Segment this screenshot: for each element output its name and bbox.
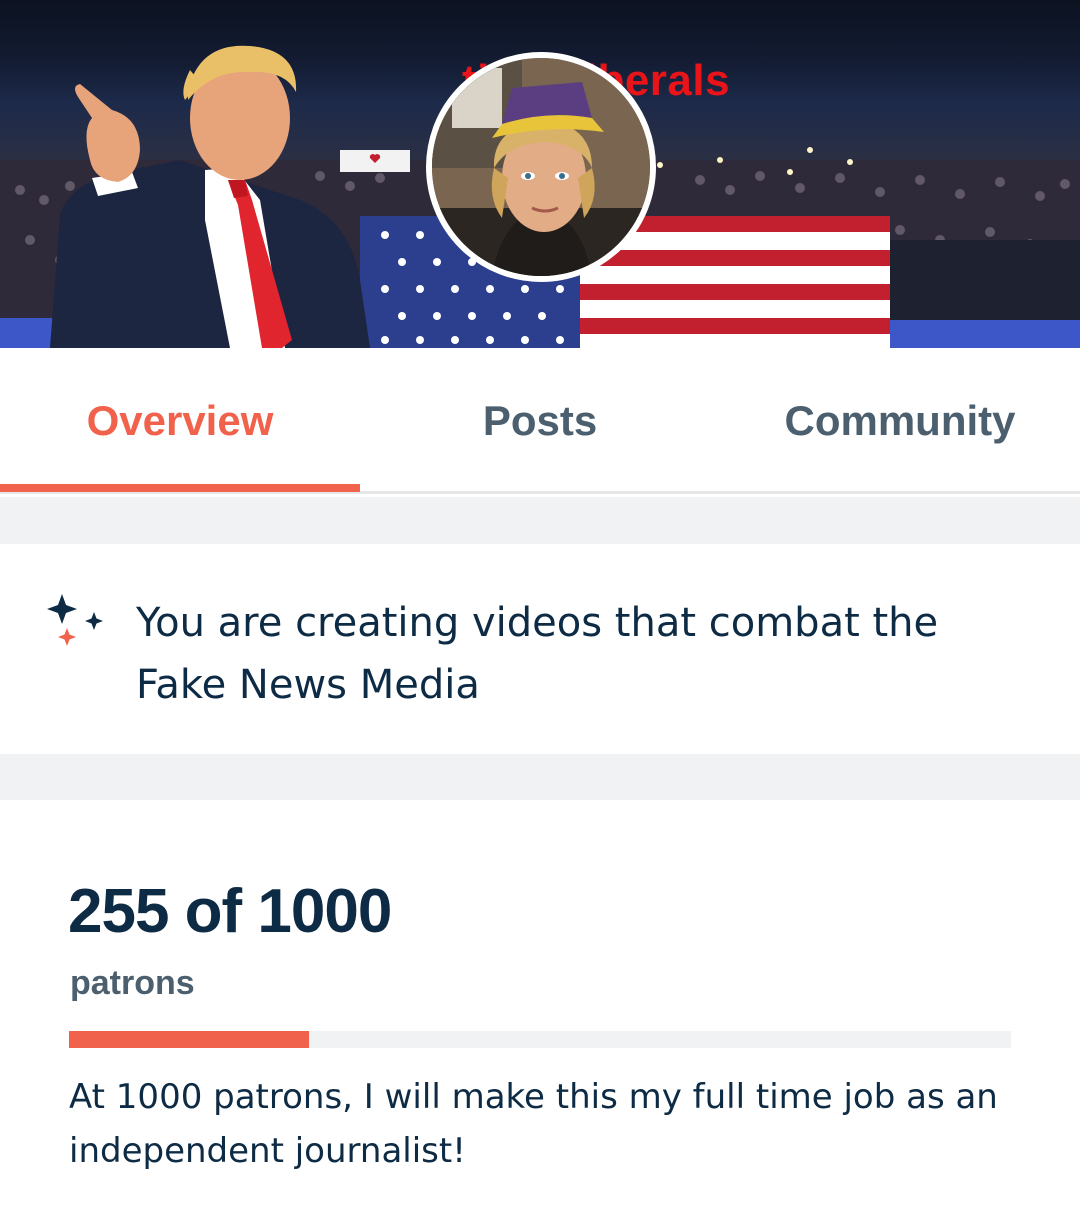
goal-progress-fill	[69, 1031, 310, 1048]
profile-banner: ting Liberals	[0, 0, 1080, 348]
sparkle-icon	[47, 594, 103, 646]
goal-description: At 1000 patrons, I will make this my ful…	[69, 1077, 998, 1171]
tab-posts[interactable]: Posts	[360, 348, 720, 494]
avatar-photo	[432, 58, 650, 276]
tab-overview[interactable]: Overview	[0, 348, 360, 494]
goal-progress-bar	[69, 1031, 1011, 1048]
creator-avatar[interactable]	[426, 52, 656, 282]
goal-unit-label: patrons	[70, 964, 195, 1002]
profile-tabs: Overview Posts Community	[0, 348, 1080, 494]
tab-community[interactable]: Community	[720, 348, 1080, 494]
section-divider	[0, 497, 1080, 544]
goal-count: 255 of 1000	[68, 877, 392, 946]
active-tab-indicator	[0, 484, 360, 492]
section-divider	[0, 754, 1080, 800]
creator-summary-text: You are creating videos that combat the …	[136, 600, 939, 708]
